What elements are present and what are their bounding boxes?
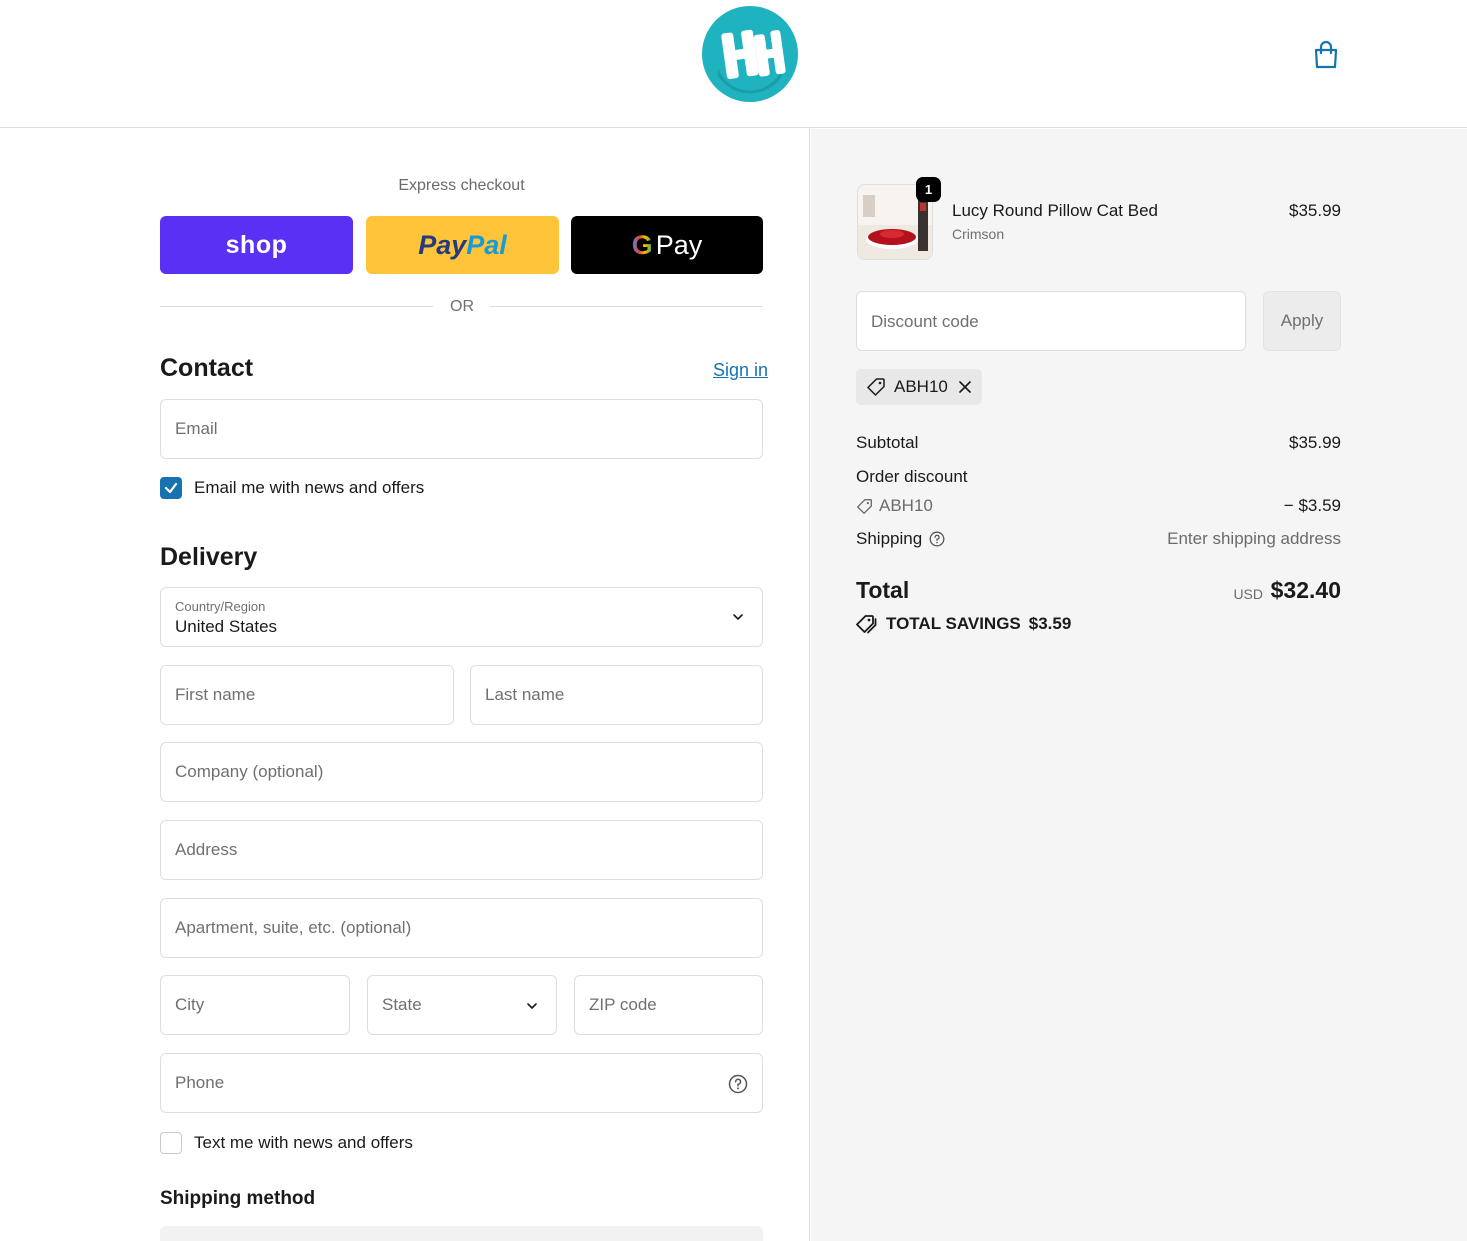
shopping-bag-icon[interactable] <box>1312 40 1340 70</box>
shop-pay-label: shop <box>225 230 288 259</box>
company-field[interactable]: Company (optional) <box>160 742 763 802</box>
country-label: Country/Region <box>175 599 266 614</box>
chevron-down-icon <box>733 614 743 620</box>
apartment-field[interactable]: Apartment, suite, etc. (optional) <box>160 898 763 958</box>
order-discount-code-row: ABH10 <box>856 496 933 516</box>
subtotal-label: Subtotal <box>856 433 919 452</box>
email-placeholder: Email <box>175 419 218 438</box>
chevron-down-icon <box>527 1003 537 1009</box>
address-placeholder: Address <box>175 840 238 859</box>
shipping-label: Shipping <box>856 529 923 548</box>
paypal-label-part1: Pay <box>418 229 467 260</box>
state-select[interactable]: State <box>367 975 557 1035</box>
applied-discount-code: ABH10 <box>894 377 948 396</box>
text-news-option[interactable]: Text me with news and offers <box>160 1132 413 1154</box>
first-name-placeholder: First name <box>175 685 256 704</box>
shipping-method-title: Shipping method <box>160 1188 316 1209</box>
order-discount-value: − $3.59 <box>1283 496 1341 515</box>
shop-pay-button[interactable]: shop <box>160 216 353 274</box>
email-field[interactable]: Email <box>160 399 763 459</box>
first-name-field[interactable]: First name <box>160 665 454 725</box>
header <box>0 0 1467 128</box>
google-g-icon: G <box>631 229 653 260</box>
shipping-row-label: Shipping <box>856 529 945 549</box>
city-placeholder: City <box>175 995 205 1014</box>
discount-code-field[interactable]: Discount code <box>856 291 1246 351</box>
savings-label: TOTAL SAVINGS <box>886 614 1021 633</box>
savings-tag-icon <box>856 615 877 634</box>
email-news-label: Email me with news and offers <box>194 478 425 497</box>
order-discount-code: ABH10 <box>879 496 933 515</box>
text-news-label: Text me with news and offers <box>194 1133 413 1152</box>
apply-discount-button[interactable]: Apply <box>1263 291 1341 351</box>
text-news-checkbox[interactable] <box>160 1132 182 1154</box>
email-news-checkbox[interactable] <box>160 477 182 499</box>
remove-discount-button[interactable] <box>958 380 972 394</box>
sign-in-link[interactable]: Sign in <box>713 360 768 381</box>
divider-right <box>490 306 763 307</box>
product-price: $35.99 <box>1289 201 1341 220</box>
tag-icon <box>867 378 885 396</box>
google-pay-label: Pay <box>655 229 703 260</box>
delivery-title: Delivery <box>160 543 258 571</box>
applied-discount-tag: ABH10 <box>856 369 982 405</box>
last-name-field[interactable]: Last name <box>470 665 763 725</box>
state-placeholder: State <box>382 995 422 1014</box>
apartment-placeholder: Apartment, suite, etc. (optional) <box>175 918 412 937</box>
or-divider-label: OR <box>450 298 474 315</box>
order-discount-label: Order discount <box>856 467 968 486</box>
phone-placeholder: Phone <box>175 1073 225 1092</box>
zip-placeholder: ZIP code <box>589 995 657 1014</box>
checkmark-icon <box>164 482 178 494</box>
help-circle-icon[interactable] <box>728 1074 748 1094</box>
contact-title: Contact <box>160 354 254 382</box>
total-currency: USD <box>1233 586 1263 602</box>
country-select[interactable]: Country/Region United States <box>160 587 763 647</box>
google-pay-button[interactable]: G Pay <box>571 216 763 274</box>
shipping-method-box <box>160 1226 763 1241</box>
quantity-badge: 1 <box>916 177 941 202</box>
store-logo[interactable] <box>702 6 798 102</box>
product-name: Lucy Round Pillow Cat Bed <box>952 201 1159 220</box>
total-label: Total <box>856 577 910 603</box>
last-name-placeholder: Last name <box>485 685 565 704</box>
subtotal-value: $35.99 <box>1289 433 1341 452</box>
savings-value: $3.59 <box>1028 614 1072 633</box>
company-placeholder: Company (optional) <box>175 762 324 781</box>
paypal-button[interactable]: Pay Pal <box>366 216 559 274</box>
total-value: $32.40 <box>1270 577 1341 603</box>
express-checkout-title: Express checkout <box>398 177 525 194</box>
paypal-label-part2: Pal <box>466 229 507 260</box>
divider-left <box>160 306 433 307</box>
phone-field[interactable]: Phone <box>160 1053 763 1113</box>
city-field[interactable]: City <box>160 975 350 1035</box>
help-circle-icon[interactable] <box>929 531 945 547</box>
tag-icon <box>857 498 872 514</box>
discount-code-placeholder: Discount code <box>871 312 979 331</box>
zip-field[interactable]: ZIP code <box>574 975 763 1035</box>
product-variant: Crimson <box>952 226 1005 242</box>
shipping-value: Enter shipping address <box>1167 529 1341 548</box>
email-news-option[interactable]: Email me with news and offers <box>160 477 424 499</box>
close-icon <box>959 381 971 393</box>
total-savings: TOTAL SAVINGS $3.59 <box>856 614 1071 634</box>
country-value: United States <box>175 617 278 636</box>
address-field[interactable]: Address <box>160 820 763 880</box>
